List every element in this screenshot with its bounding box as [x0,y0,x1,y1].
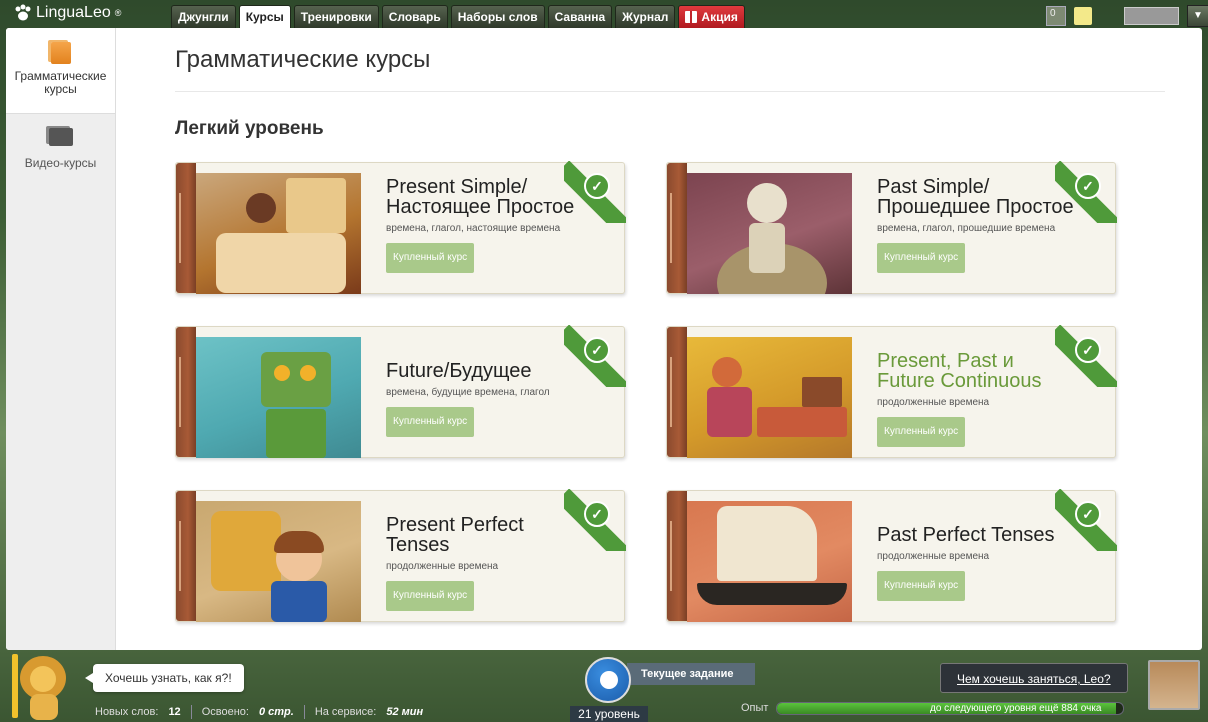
purchased-course-button[interactable]: Купленный курс [877,571,966,601]
paw-logo-icon [14,4,32,22]
notification-counter[interactable]: 0 [1046,6,1066,26]
logo-text: LinguaLeo [36,4,111,21]
course-title[interactable]: Future/Будущее [386,361,586,381]
gift-icon [685,11,698,23]
logo-registered: ® [114,8,122,18]
top-right-controls: 0 ▼ [1046,5,1208,27]
book-spine [667,163,687,293]
course-illustration [196,337,361,458]
learned-label: Освоено: [201,706,249,718]
course-info: Present Simple/ Настоящее Простое времен… [386,177,586,273]
course-illustration [687,501,852,622]
logo[interactable]: LinguaLeo ® [14,4,121,22]
course-card[interactable]: Present Simple/ Настоящее Простое времен… [175,162,625,294]
tab-dictionary[interactable]: Словарь [381,5,448,28]
top-bar: LinguaLeo ® Джунгли Курсы Тренировки Слов… [0,0,1208,30]
paw-icon [585,657,631,703]
course-tags: продолженные времена [386,561,499,572]
user-name-field[interactable] [1124,7,1179,25]
new-words-label: Новых слов: [95,706,159,718]
course-tags: времена, будущие времена, глагол [386,387,550,398]
course-illustration [687,173,852,294]
user-menu-dropdown-icon[interactable]: ▼ [1187,5,1208,27]
experience-text: до следующего уровня ещё 884 очка [930,703,1102,714]
tab-word-sets[interactable]: Наборы слов [450,5,545,28]
purchased-course-button[interactable]: Купленный курс [877,243,966,273]
content: Грамматические курсы Легкий уровень [175,28,1165,140]
course-info: Future/Будущее времена, будущие времена,… [386,361,586,437]
course-illustration [196,173,361,294]
bottom-bar: Хочешь узнать, как я?! Новых слов: 12 Осв… [0,650,1208,722]
course-title[interactable]: Present Perfect Tenses [386,515,586,555]
tab-jungle[interactable]: Джунгли [171,5,236,28]
course-title[interactable]: Past Simple/ Прошедшее Простое [877,177,1077,217]
course-card[interactable]: Present, Past и Future Continuous продол… [666,326,1116,458]
leo-speech-bubble[interactable]: Хочешь узнать, как я?! [85,664,244,692]
current-task-label: Текущее задание [627,663,755,685]
experience-label: Опыт [741,702,769,714]
course-info: Present, Past и Future Continuous продол… [877,351,1077,447]
current-task[interactable]: Текущее задание [585,657,755,703]
book-spine [667,491,687,621]
main-nav: Джунгли Курсы Тренировки Словарь Наборы … [171,5,745,30]
course-tags: времена, глагол, прошедшие времена [877,223,1056,234]
purchased-course-button[interactable]: Купленный курс [386,243,475,273]
course-card[interactable]: Past Perfect Tenses продолженные времена… [666,490,1116,622]
notes-icon[interactable] [1074,7,1092,25]
course-title[interactable]: Present Simple/ Настоящее Простое [386,177,586,217]
tab-journal[interactable]: Журнал [615,5,676,28]
video-icon [48,128,73,146]
checkmark-icon: ✓ [584,337,610,363]
course-tags: времена, глагол, настоящие времена [386,223,561,234]
avatar[interactable] [1148,660,1200,710]
purchased-course-button[interactable]: Купленный курс [386,581,475,611]
stats: Новых слов: 12 Освоено: 0 стр. На сервисе:… [95,705,424,719]
course-title[interactable]: Present, Past и Future Continuous [877,351,1077,391]
page-title: Грамматические курсы [175,46,1165,92]
sidebar: Грамматические курсы Видео-курсы [6,28,116,650]
sidebar-item-label: Грамматические курсы [14,69,107,96]
tab-savanna[interactable]: Саванна [547,5,613,28]
sidebar-item-grammar-courses[interactable]: Грамматические курсы [6,28,115,114]
promo-label: Акция [701,9,738,24]
service-label: На сервисе: [314,706,377,718]
course-info: Past Simple/ Прошедшее Простое времена, … [877,177,1077,273]
new-words-value: 12 [168,706,181,718]
course-illustration [196,501,361,622]
course-tags: продолженные времена [877,551,990,562]
user-level: 21 уровень [570,706,648,722]
book-spine [176,327,196,457]
course-card[interactable]: Future/Будущее времена, будущие времена,… [175,326,625,458]
learned-value: 0 стр. [258,706,294,718]
checkmark-icon: ✓ [584,501,610,527]
course-card[interactable]: Present Perfect Tenses продолженные врем… [175,490,625,622]
checkmark-icon: ✓ [1075,337,1101,363]
leo-mascot[interactable] [12,650,78,722]
course-info: Past Perfect Tenses продолженные времена… [877,525,1077,601]
course-card[interactable]: Past Simple/ Прошедшее Простое времена, … [666,162,1116,294]
level-heading: Легкий уровень [175,118,324,139]
course-info: Present Perfect Tenses продолженные врем… [386,515,586,611]
book-icon [50,42,71,64]
checkmark-icon: ✓ [1075,501,1101,527]
checkmark-icon: ✓ [1075,173,1101,199]
service-value: 52 мин [386,706,424,718]
activity-offer-link[interactable]: Чем хочешь заняться, Leo? [940,663,1128,693]
purchased-course-button[interactable]: Купленный курс [877,417,966,447]
sidebar-item-label: Видео-курсы [24,156,97,170]
tab-promo[interactable]: Акция [678,5,745,28]
checkmark-icon: ✓ [584,173,610,199]
tab-trainings[interactable]: Тренировки [293,5,379,28]
book-spine [176,163,196,293]
course-title[interactable]: Past Perfect Tenses [877,525,1077,545]
sidebar-item-video-courses[interactable]: Видео-курсы [6,114,115,200]
course-illustration [687,337,852,458]
book-spine [667,327,687,457]
main-panel: Грамматические курсы Видео-курсы Граммат… [6,28,1202,650]
book-spine [176,491,196,621]
purchased-course-button[interactable]: Купленный курс [386,407,475,437]
tab-courses[interactable]: Курсы [238,5,291,30]
course-tags: продолженные времена [877,397,990,408]
